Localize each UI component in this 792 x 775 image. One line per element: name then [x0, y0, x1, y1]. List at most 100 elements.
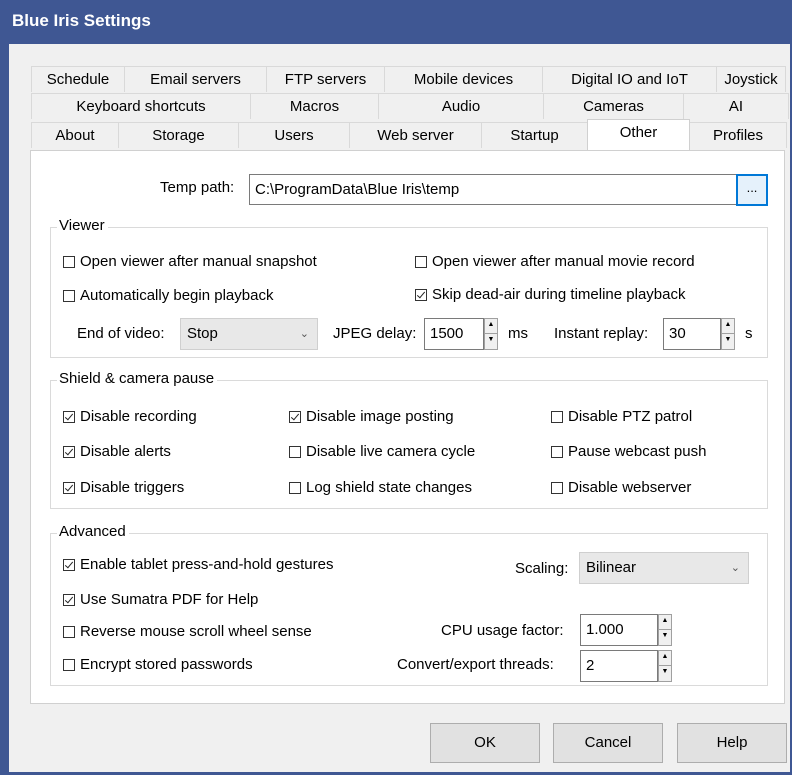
spin-down-icon[interactable]: ▼ — [659, 666, 671, 681]
browse-button[interactable]: ... — [736, 174, 768, 206]
tab-schedule[interactable]: Schedule — [31, 66, 125, 92]
spin-up-icon[interactable]: ▲ — [485, 319, 497, 334]
checkbox-label: Disable webserver — [568, 479, 692, 496]
settings-window: Blue Iris Settings Schedule Email server… — [0, 0, 792, 775]
jpeg-delay-input[interactable]: 1500 — [424, 318, 484, 350]
checkbox-label: Disable PTZ patrol — [568, 408, 693, 425]
tab-web-server[interactable]: Web server — [349, 122, 482, 148]
title-bar[interactable]: Blue Iris Settings — [0, 0, 792, 44]
checkbox-label: Use Sumatra PDF for Help — [80, 591, 259, 608]
checkbox-label: Open viewer after manual movie record — [432, 253, 695, 270]
spin-up-icon[interactable]: ▲ — [659, 615, 671, 630]
end-of-video-label: End of video: — [77, 325, 165, 342]
checkbox-label: Reverse mouse scroll wheel sense — [80, 623, 312, 640]
checkbox-box — [63, 255, 75, 268]
cpu-usage-spinner[interactable]: ▲ ▼ — [658, 614, 672, 646]
checkbox-box — [63, 558, 75, 571]
disable-triggers-checkbox[interactable]: Disable triggers — [63, 479, 184, 496]
tab-row-1: Schedule Email servers FTP servers Mobil… — [31, 66, 786, 92]
shield-group-title: Shield & camera pause — [57, 370, 218, 387]
reverse-scroll-checkbox[interactable]: Reverse mouse scroll wheel sense — [63, 623, 312, 640]
checkbox-label: Pause webcast push — [568, 443, 707, 460]
tab-macros[interactable]: Macros — [250, 93, 379, 119]
open-viewer-movie-checkbox[interactable]: Open viewer after manual movie record — [415, 253, 695, 270]
tab-email-servers[interactable]: Email servers — [124, 66, 267, 92]
pause-webcast-checkbox[interactable]: Pause webcast push — [551, 443, 706, 460]
disable-alerts-checkbox[interactable]: Disable alerts — [63, 443, 171, 460]
tab-keyboard-shortcuts[interactable]: Keyboard shortcuts — [31, 93, 251, 119]
export-threads-input[interactable]: 2 — [580, 650, 658, 682]
advanced-group-title: Advanced — [57, 523, 129, 540]
open-viewer-snapshot-checkbox[interactable]: Open viewer after manual snapshot — [63, 253, 317, 270]
skip-dead-air-checkbox[interactable]: Skip dead-air during timeline playback — [415, 286, 685, 303]
checkbox-label: Disable image posting — [306, 408, 454, 425]
sumatra-pdf-checkbox[interactable]: Use Sumatra PDF for Help — [63, 591, 258, 608]
viewer-group-title: Viewer — [57, 217, 108, 234]
tab-users[interactable]: Users — [238, 122, 350, 148]
checkbox-box — [551, 410, 563, 423]
checkbox-box — [551, 445, 563, 458]
checkbox-label: Disable triggers — [80, 479, 185, 496]
scaling-select[interactable]: Bilinear ⌄ — [579, 552, 749, 584]
checkbox-label: Automatically begin playback — [80, 287, 274, 304]
checkbox-label: Encrypt stored passwords — [80, 656, 253, 673]
encrypt-passwords-checkbox[interactable]: Encrypt stored passwords — [63, 656, 253, 673]
tab-profiles[interactable]: Profiles — [689, 122, 787, 148]
checkbox-box — [289, 410, 301, 423]
temp-path-input[interactable]: C:\ProgramData\Blue Iris\temp — [249, 174, 737, 205]
checkbox-box — [63, 410, 75, 423]
auto-playback-checkbox[interactable]: Automatically begin playback — [63, 287, 273, 304]
tab-ai[interactable]: AI — [683, 93, 789, 119]
spin-up-icon[interactable]: ▲ — [659, 651, 671, 666]
tab-digital-io-iot[interactable]: Digital IO and IoT — [542, 66, 717, 92]
tab-audio[interactable]: Audio — [378, 93, 544, 119]
checkbox-label: Disable recording — [80, 408, 197, 425]
checkbox-box — [63, 481, 75, 494]
tab-row-3: About Storage Users Web server Startup O… — [31, 119, 787, 150]
checkbox-label: Skip dead-air during timeline playback — [432, 286, 686, 303]
instant-replay-unit: s — [745, 325, 753, 342]
checkbox-box — [63, 625, 75, 638]
tablet-gestures-checkbox[interactable]: Enable tablet press-and-hold gestures — [63, 556, 334, 573]
tab-cameras[interactable]: Cameras — [543, 93, 684, 119]
instant-replay-input[interactable]: 30 — [663, 318, 721, 350]
tab-storage[interactable]: Storage — [118, 122, 239, 148]
spin-down-icon[interactable]: ▼ — [659, 630, 671, 645]
help-button[interactable]: Help — [677, 723, 787, 763]
tab-about[interactable]: About — [31, 122, 119, 148]
tab-joystick[interactable]: Joystick — [716, 66, 786, 92]
spin-up-icon[interactable]: ▲ — [722, 319, 734, 334]
disable-image-posting-checkbox[interactable]: Disable image posting — [289, 408, 454, 425]
export-threads-spinner[interactable]: ▲ ▼ — [658, 650, 672, 682]
disable-webserver-checkbox[interactable]: Disable webserver — [551, 479, 691, 496]
checkbox-box — [63, 593, 75, 606]
temp-path-label: Temp path: — [160, 179, 235, 196]
checkbox-label: Log shield state changes — [306, 479, 472, 496]
instant-replay-spinner[interactable]: ▲ ▼ — [721, 318, 735, 350]
end-of-video-select[interactable]: Stop ⌄ — [180, 318, 318, 350]
chevron-down-icon: ⌄ — [730, 562, 740, 574]
select-value: Bilinear — [586, 559, 637, 576]
ok-button[interactable]: OK — [430, 723, 540, 763]
cancel-button[interactable]: Cancel — [553, 723, 663, 763]
jpeg-delay-spinner[interactable]: ▲ ▼ — [484, 318, 498, 350]
instant-replay-label: Instant replay: — [554, 325, 649, 342]
spin-down-icon[interactable]: ▼ — [722, 334, 734, 349]
tab-ftp-servers[interactable]: FTP servers — [266, 66, 385, 92]
tab-startup[interactable]: Startup — [481, 122, 588, 148]
checkbox-box — [289, 445, 301, 458]
disable-live-cycle-checkbox[interactable]: Disable live camera cycle — [289, 443, 475, 460]
checkbox-label: Disable alerts — [80, 443, 171, 460]
tab-mobile-devices[interactable]: Mobile devices — [384, 66, 543, 92]
disable-recording-checkbox[interactable]: Disable recording — [63, 408, 197, 425]
checkbox-box — [63, 445, 75, 458]
disable-ptz-patrol-checkbox[interactable]: Disable PTZ patrol — [551, 408, 692, 425]
checkbox-label: Open viewer after manual snapshot — [80, 253, 317, 270]
log-shield-state-checkbox[interactable]: Log shield state changes — [289, 479, 472, 496]
window-title: Blue Iris Settings — [12, 11, 151, 30]
select-value: Stop — [187, 325, 218, 342]
cpu-usage-label: CPU usage factor: — [441, 622, 564, 639]
cpu-usage-input[interactable]: 1.000 — [580, 614, 658, 646]
tab-other[interactable]: Other — [587, 119, 690, 150]
spin-down-icon[interactable]: ▼ — [485, 334, 497, 349]
